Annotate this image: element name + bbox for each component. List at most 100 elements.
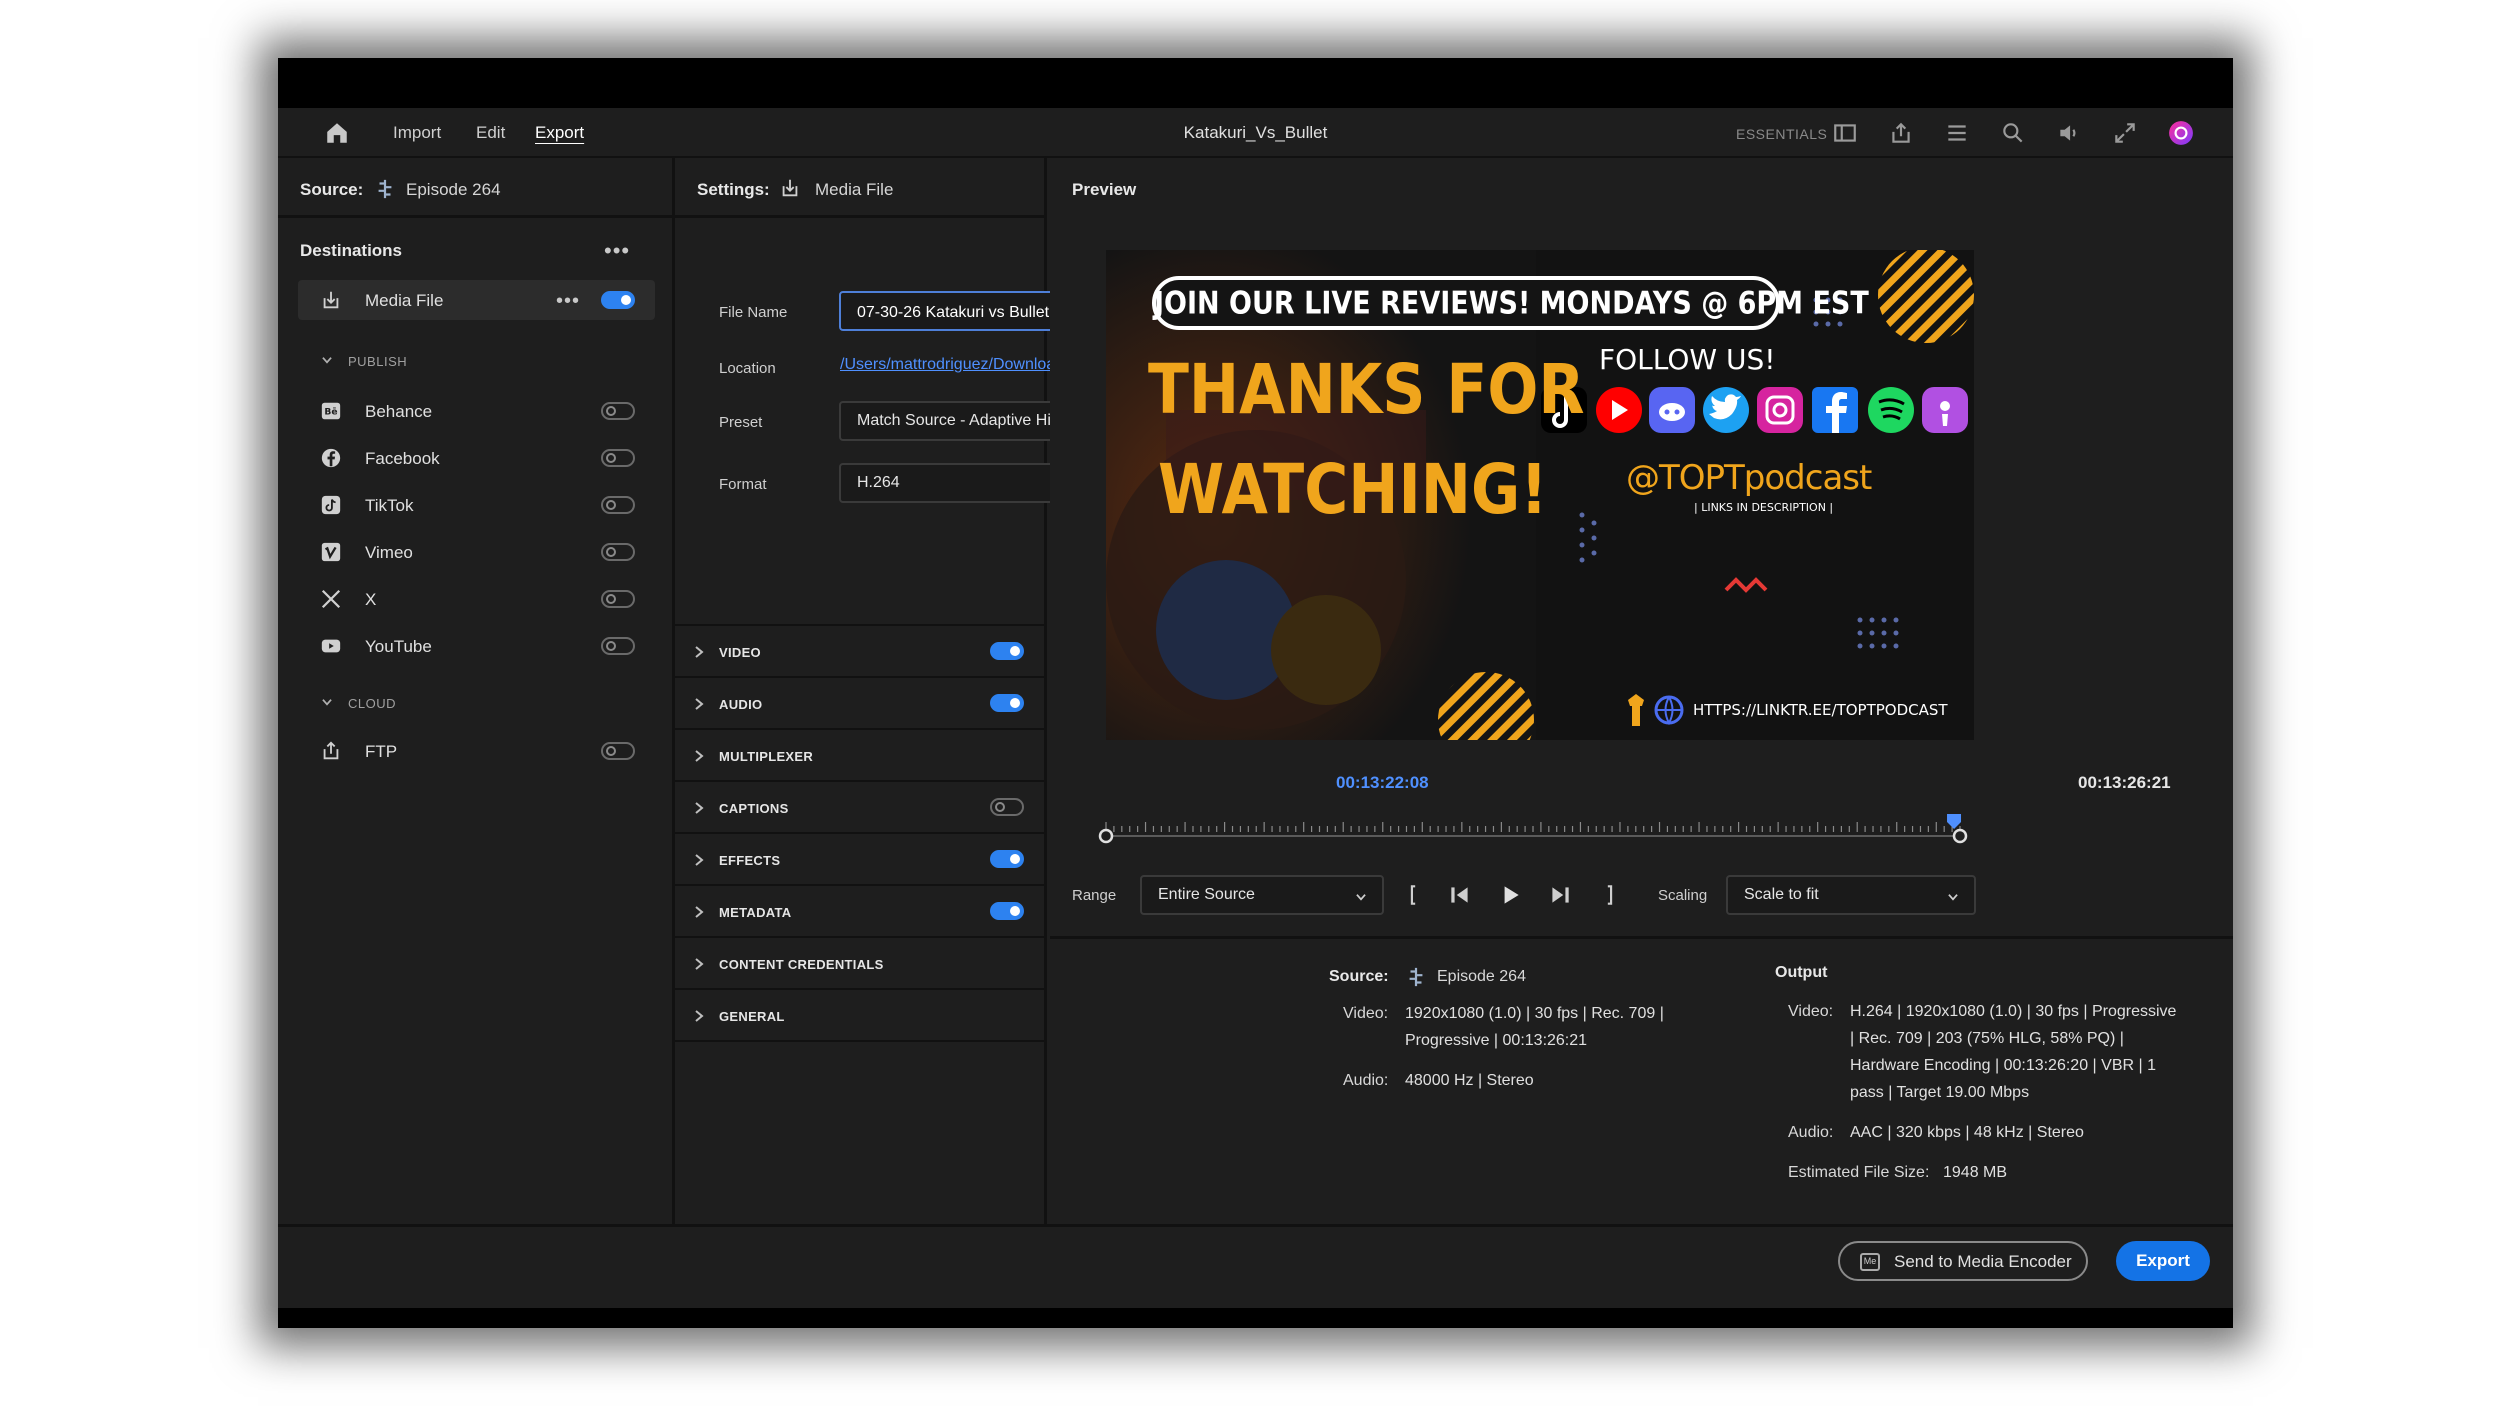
destinations-more-button[interactable]: ••• — [604, 240, 630, 262]
section-toggle[interactable] — [990, 902, 1024, 920]
toggle-knob — [606, 594, 616, 604]
preset-label: Preset — [719, 414, 763, 431]
section-audio[interactable]: AUDIO — [675, 676, 1044, 728]
destination-ftp[interactable]: FTP — [298, 731, 655, 771]
section-label: GENERAL — [719, 1009, 785, 1024]
publish-section-label: PUBLISH — [348, 354, 408, 369]
workspace-label[interactable]: ESSENTIALS — [1736, 126, 1827, 142]
summary-output-video-line3: Hardware Encoding | 00:13:26:20 | VBR | … — [1850, 1057, 2156, 1074]
section-general[interactable]: GENERAL — [675, 988, 1044, 1040]
chevron-down-icon — [1948, 894, 1958, 901]
vimeo-icon — [321, 542, 341, 562]
toggle-knob — [1010, 646, 1020, 656]
section-toggle[interactable] — [990, 694, 1024, 712]
youtube-toggle[interactable] — [601, 637, 635, 655]
mark-in-icon[interactable] — [1400, 882, 1426, 908]
fullscreen-icon[interactable] — [2112, 120, 2138, 146]
send-to-media-encoder-label: Send to Media Encoder — [1894, 1252, 2072, 1271]
home-icon[interactable] — [324, 120, 350, 146]
summary-output-label: Output — [1775, 964, 1828, 981]
behance-toggle[interactable] — [601, 402, 635, 420]
panel-icon[interactable] — [1832, 120, 1858, 146]
section-multiplexer[interactable]: MULTIPLEXER — [675, 728, 1044, 780]
preview-title: Preview — [1072, 180, 1137, 199]
destination-youtube[interactable]: YouTube — [298, 626, 655, 666]
destination-label: X — [365, 590, 377, 609]
media-file-more-button[interactable]: ••• — [556, 291, 580, 311]
chevron-down-icon[interactable] — [320, 695, 334, 709]
playhead[interactable] — [1947, 814, 1962, 829]
toggle-knob — [1010, 906, 1020, 916]
range-dropdown[interactable]: Entire Source — [1140, 875, 1384, 915]
destination-x[interactable]: X — [298, 579, 655, 619]
x-icon — [321, 589, 341, 609]
menu-icon[interactable] — [1944, 120, 1970, 146]
destination-facebook[interactable]: Facebook — [298, 438, 655, 478]
section-captions[interactable]: CAPTIONS — [675, 780, 1044, 832]
menu-bar: Import Edit Export Katakuri_Vs_Bullet ES… — [278, 108, 2233, 158]
summary-output-video-line2: | Rec. 709 | 203 (75% HLG, 58% PQ) | — [1850, 1030, 2124, 1047]
section-content-credentials[interactable]: CONTENT CREDENTIALS — [675, 936, 1044, 988]
timeline-scrubber[interactable] — [1098, 810, 1968, 850]
summary-output-video-line4: pass | Target 19.00 Mbps — [1850, 1084, 2030, 1101]
summary-source-video-line1: 1920x1080 (1.0) | 30 fps | Rec. 709 | — [1405, 1005, 1664, 1022]
preview-video-frame[interactable]: JOIN OUR LIVE REVIEWS! MONDAYS @ 6PM EST… — [1106, 250, 1974, 740]
avatar[interactable] — [2168, 120, 2194, 146]
vimeo-toggle[interactable] — [601, 543, 635, 561]
ftp-toggle[interactable] — [601, 742, 635, 760]
facebook-toggle[interactable] — [601, 449, 635, 467]
section-metadata[interactable]: METADATA — [675, 884, 1044, 936]
destination-vimeo[interactable]: Vimeo — [298, 532, 655, 572]
chevron-down-icon[interactable] — [320, 353, 334, 367]
step-forward-icon[interactable] — [1547, 882, 1573, 908]
facebook-icon — [321, 448, 341, 468]
bottom-edge — [278, 1308, 2233, 1328]
toggle-knob — [606, 500, 616, 510]
zoom-icon[interactable] — [2000, 120, 2026, 146]
x-toggle[interactable] — [601, 590, 635, 608]
menu-import[interactable]: Import — [393, 123, 441, 143]
frame-banner-text: JOIN OUR LIVE REVIEWS! MONDAYS @ 6PM EST — [1154, 285, 1869, 322]
play-icon[interactable] — [1497, 882, 1523, 908]
export-button[interactable]: Export — [2116, 1241, 2210, 1281]
menu-export[interactable]: Export — [535, 123, 584, 143]
volume-icon[interactable] — [2056, 120, 2082, 146]
section-label: VIDEO — [719, 645, 761, 660]
share-icon[interactable] — [1888, 120, 1914, 146]
section-toggle[interactable] — [990, 642, 1024, 660]
frame-thanks-line1: THANKS FOR — [1148, 349, 1585, 431]
section-label: CONTENT CREDENTIALS — [719, 957, 884, 972]
menu-edit[interactable]: Edit — [476, 123, 505, 143]
destination-behance[interactable]: Bē Behance — [298, 391, 655, 431]
timeline-ticks — [1105, 822, 1961, 832]
chevron-right-icon — [695, 1010, 704, 1022]
section-toggle[interactable] — [990, 850, 1024, 868]
send-to-media-encoder-button[interactable]: Me Send to Media Encoder — [1838, 1241, 2088, 1281]
destinations-panel: Source: Episode 264 Destinations ••• Med… — [278, 158, 675, 1224]
destination-label: TikTok — [365, 496, 414, 515]
current-timecode[interactable]: 00:13:22:08 — [1336, 773, 1429, 793]
media-file-toggle[interactable] — [601, 291, 635, 309]
mark-out-icon[interactable] — [1597, 882, 1623, 908]
section-list-end — [675, 1040, 1044, 1042]
step-back-icon[interactable] — [1447, 882, 1473, 908]
summary-divider — [1050, 936, 2233, 939]
tiktok-toggle[interactable] — [601, 496, 635, 514]
section-toggle[interactable] — [990, 798, 1024, 816]
chevron-right-icon — [695, 906, 704, 918]
in-point-handle[interactable] — [1098, 828, 1114, 844]
youtube-icon — [321, 639, 341, 653]
location-link[interactable]: /Users/mattrodriguez/Downloads/ — [840, 356, 1077, 374]
chevron-right-icon — [695, 802, 704, 814]
section-effects[interactable]: EFFECTS — [675, 832, 1044, 884]
destination-tiktok[interactable]: TikTok — [298, 485, 655, 525]
toggle-knob — [1010, 698, 1020, 708]
out-point-handle[interactable] — [1952, 828, 1968, 844]
summary-file-size-label: Estimated File Size: — [1788, 1164, 1930, 1181]
scaling-dropdown[interactable]: Scale to fit — [1726, 875, 1976, 915]
section-video[interactable]: VIDEO — [675, 624, 1044, 676]
media-encoder-icon: Me — [1860, 1253, 1880, 1271]
destination-media-file[interactable]: Media File ••• — [298, 280, 655, 320]
summary-source-audio-label: Audio: — [1343, 1072, 1389, 1089]
frame-thanks-line2: WATCHING! — [1158, 449, 1548, 531]
